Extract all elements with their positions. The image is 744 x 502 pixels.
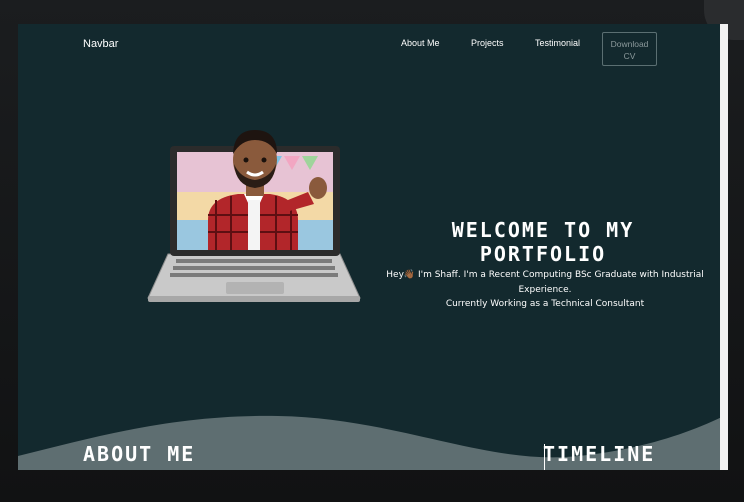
hero-subtitle-line2: Currently Working as a Technical Consult…: [445, 299, 645, 309]
nav-link-testimonial[interactable]: Testimonial: [535, 38, 580, 48]
browser-viewport: Navbar About Me Projects Testimonial Dow…: [18, 24, 728, 470]
timeline-heading: Timeline: [543, 442, 656, 466]
download-cv-label-line2: CV: [623, 51, 636, 61]
hero-subtitle-line1: Hey👋🏾 I'm Shaff. I'm a Recent Computing …: [386, 270, 704, 295]
screen-right-edge: [720, 24, 728, 470]
navbar-brand[interactable]: Navbar: [83, 38, 118, 50]
download-cv-label-line1: Download: [610, 39, 649, 49]
hero-title: Welcome to my Portfolio: [451, 218, 635, 266]
hero-subtitle: Hey👋🏾 I'm Shaff. I'm a Recent Computing …: [380, 268, 710, 312]
download-cv-button[interactable]: Download CV: [602, 32, 657, 66]
about-me-heading: About me: [83, 442, 196, 466]
nav-link-about-me[interactable]: About Me: [401, 38, 440, 48]
bitmoji-laptop-icon: [147, 130, 361, 302]
nav-link-projects[interactable]: Projects: [471, 38, 504, 48]
